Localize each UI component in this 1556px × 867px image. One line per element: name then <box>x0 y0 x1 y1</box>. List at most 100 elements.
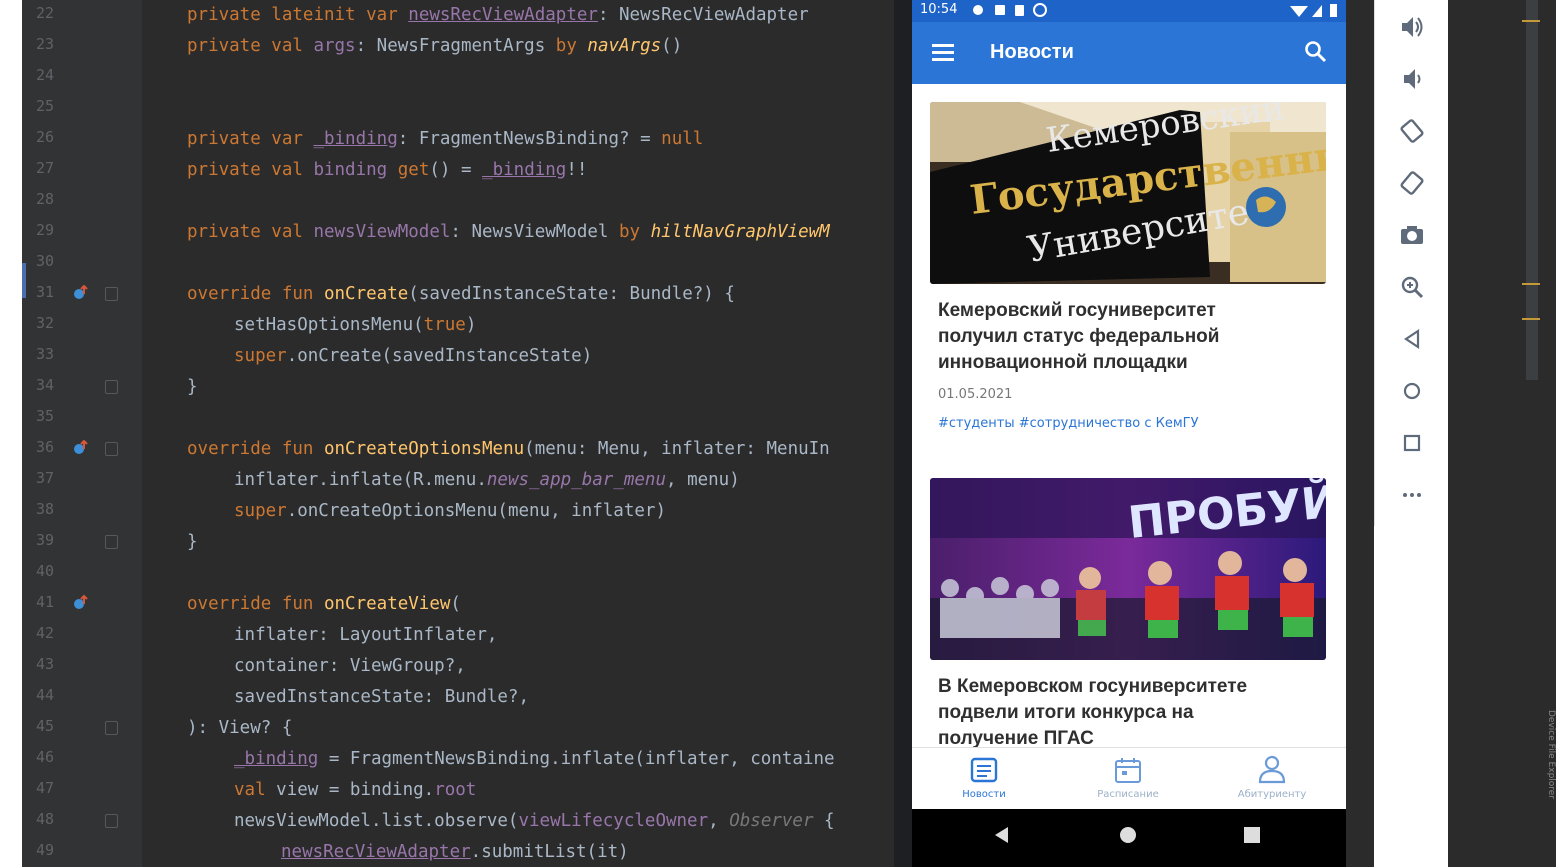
override-marker-icon[interactable] <box>72 440 88 456</box>
code-line[interactable]: inflater: LayoutInflater, <box>234 620 497 651</box>
nav-item-applicants[interactable]: Абитуриенту <box>1200 748 1344 810</box>
code-line[interactable]: setHasOptionsMenu(true) <box>234 310 476 341</box>
code-token: = FragmentNewsBinding.inflate(inflater, … <box>318 749 835 769</box>
code-line[interactable]: newsViewModel.list.observe(viewLifecycle… <box>234 806 835 837</box>
back-button-icon[interactable] <box>1397 324 1427 354</box>
code-token: } <box>187 532 198 552</box>
code-line[interactable]: val view = binding.root <box>234 775 476 806</box>
scroll-marker <box>1522 283 1540 285</box>
editor-scrollbar[interactable] <box>1526 0 1538 380</box>
line-number: 23 <box>36 35 55 53</box>
code-editor[interactable]: 22 23 24 25 26 27 28 29 30 31 32 33 34 35 36 37 38 39 40 41… <box>22 0 894 867</box>
gutter-line: 45 <box>22 713 142 744</box>
code-token: args <box>313 36 356 56</box>
line-number: 47 <box>36 779 55 797</box>
more-options-icon[interactable] <box>1397 480 1427 510</box>
volume-up-icon[interactable] <box>1397 12 1427 42</box>
line-number: 31 <box>36 283 55 301</box>
line-number: 24 <box>36 66 55 84</box>
code-token: ) <box>465 315 477 335</box>
code-token: , menu) <box>666 470 740 490</box>
code-line[interactable]: private lateinit var newsRecViewAdapter:… <box>187 0 809 31</box>
code-line[interactable]: newsRecViewAdapter.submitList(it) <box>281 837 629 867</box>
camera-icon[interactable] <box>1397 220 1427 250</box>
fold-toggle-icon[interactable] <box>105 721 118 735</box>
news-card[interactable]: ПРОБУЙ В Кемеровском госуниверситете под… <box>930 478 1326 747</box>
override-marker-icon[interactable] <box>72 285 88 301</box>
line-number: 27 <box>36 159 55 177</box>
override-marker-icon[interactable] <box>72 595 88 611</box>
fold-toggle-icon[interactable] <box>105 814 118 828</box>
pane-divider[interactable] <box>894 0 912 867</box>
back-icon[interactable] <box>992 825 1012 845</box>
line-number: 39 <box>36 531 55 549</box>
nav-item-news[interactable]: Новости <box>912 748 1056 810</box>
nav-item-schedule[interactable]: Расписание <box>1056 748 1200 810</box>
emulator-screen[interactable]: 10:54 Новости Кемеровский Государственны… <box>912 0 1346 867</box>
code-line[interactable]: override fun onCreateOptionsMenu(menu: M… <box>187 434 830 465</box>
rotate-right-icon[interactable] <box>1397 168 1427 198</box>
code-line[interactable]: super.onCreateOptionsMenu(menu, inflater… <box>234 496 666 527</box>
code-line[interactable]: override fun onCreate(savedInstanceState… <box>187 279 735 310</box>
overview-button-icon[interactable] <box>1397 428 1427 458</box>
home-icon[interactable] <box>1118 825 1138 845</box>
gutter-line: 34 <box>22 372 142 403</box>
code-line[interactable]: override fun onCreateView( <box>187 589 461 620</box>
search-icon[interactable] <box>1304 40 1328 64</box>
news-list[interactable]: Кемеровский Государственный Университет … <box>912 84 1346 747</box>
device-file-explorer-tab[interactable]: Device File Explorer <box>1542 710 1556 860</box>
home-button-icon[interactable] <box>1397 376 1427 406</box>
code-line[interactable]: container: ViewGroup?, <box>234 651 466 682</box>
fold-toggle-icon[interactable] <box>105 442 118 456</box>
code-line[interactable]: private var _binding: FragmentNewsBindin… <box>187 124 703 155</box>
code-token: val <box>271 222 314 242</box>
code-token: val <box>271 36 314 56</box>
line-number: 45 <box>36 717 55 735</box>
news-card[interactable]: Кемеровский Государственный Университет … <box>930 102 1326 442</box>
code-line[interactable]: _binding = FragmentNewsBinding.inflate(i… <box>234 744 835 775</box>
gutter-line: 31 <box>22 279 142 310</box>
zoom-icon[interactable] <box>1397 272 1427 302</box>
code-line[interactable]: private val newsViewModel: NewsViewModel… <box>187 217 830 248</box>
fold-toggle-icon[interactable] <box>105 287 118 301</box>
gutter-line: 22 <box>22 0 142 31</box>
code-area[interactable]: private lateinit var newsRecViewAdapter:… <box>142 0 894 867</box>
code-token: inflater.inflate(R.menu. <box>234 470 487 490</box>
recents-icon[interactable] <box>1242 825 1262 845</box>
news-image: ПРОБУЙ <box>930 478 1326 660</box>
code-token: var <box>271 129 314 149</box>
gutter-line: 28 <box>22 186 142 217</box>
rotate-left-icon[interactable] <box>1397 116 1427 146</box>
code-line[interactable]: ): View? { <box>187 713 292 744</box>
line-number: 42 <box>36 624 55 642</box>
gutter-line: 26 <box>22 124 142 155</box>
news-date: 01.05.2021 <box>938 387 1013 402</box>
gutter-line: 48 <box>22 806 142 837</box>
news-tags[interactable]: #студенты #сотрудничество с КемГУ <box>938 416 1199 431</box>
code-token: , <box>708 811 730 831</box>
code-line[interactable]: inflater.inflate(R.menu.news_app_bar_men… <box>234 465 740 496</box>
code-token: viewLifecycleOwner <box>518 811 709 831</box>
code-token: newsViewModel <box>313 222 451 242</box>
line-number: 22 <box>36 4 55 22</box>
code-line[interactable]: super.onCreate(savedInstanceState) <box>234 341 592 372</box>
emulator-frame <box>1346 0 1374 867</box>
volume-down-icon[interactable] <box>1397 64 1427 94</box>
code-token: private <box>187 5 272 25</box>
status-icons <box>973 3 1047 17</box>
gutter-line: 27 <box>22 155 142 186</box>
code-token: hiltNavGraphViewM <box>650 222 830 242</box>
gutter-line: 43 <box>22 651 142 682</box>
code-token: Observer <box>729 811 814 831</box>
line-number: 25 <box>36 97 55 115</box>
code-token: get <box>397 160 430 180</box>
menu-icon[interactable] <box>932 41 956 65</box>
code-line[interactable]: savedInstanceState: Bundle?, <box>234 682 529 713</box>
code-line[interactable]: private val binding get() = _binding!! <box>187 155 587 186</box>
fold-toggle-icon[interactable] <box>105 535 118 549</box>
person-icon <box>1258 755 1286 784</box>
code-line[interactable]: } <box>187 527 198 558</box>
fold-toggle-icon[interactable] <box>105 380 118 394</box>
code-line[interactable]: private val args: NewsFragmentArgs by na… <box>187 31 682 62</box>
code-line[interactable]: } <box>187 372 198 403</box>
